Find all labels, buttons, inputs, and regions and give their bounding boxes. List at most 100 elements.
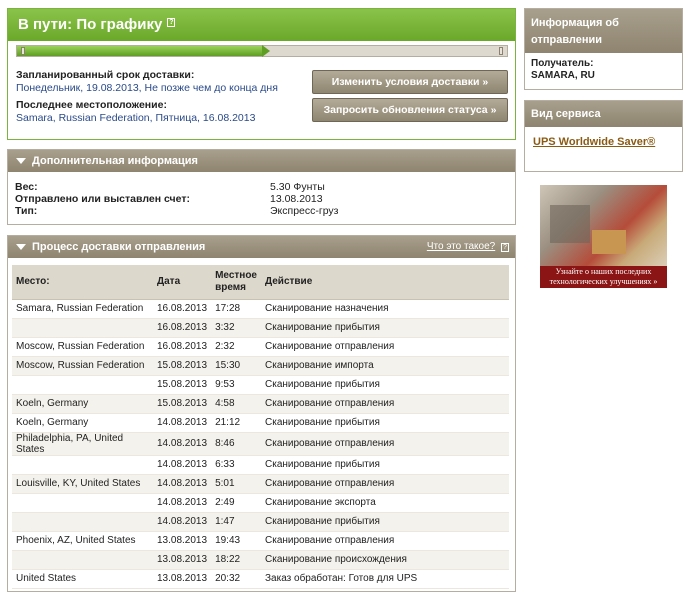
cell-action: Сканирование прибытия [261,375,509,395]
cell-time: 9:53 [211,375,261,395]
cell-time: 1:47 [211,512,261,532]
cell-place: Koeln, Germany [12,394,153,414]
cell-action: Сканирование отправления [261,531,509,551]
cell-date: 14.08.2013 [153,493,212,513]
table-row: Samara, Russian Federation 16.08.2013 17:2… [12,299,509,319]
cell-place [12,318,153,338]
cell-time: 17:28 [211,299,261,319]
progress-end-marker [499,47,503,55]
cell-place: United States [12,569,153,589]
table-row: Koeln, Germany 14.08.2013 21:12 Сканировани… [12,413,509,433]
weight-label: Вес: [15,181,38,193]
help-icon[interactable]: ? [167,18,176,27]
table-row: United States 13.08.2013 20:32 Заказ обрабо… [12,569,509,589]
promo-caption[interactable]: Узнайте о наших последних технологически… [540,266,667,288]
collapse-icon [16,244,26,251]
status-title: В пути: По графику [18,16,163,33]
cell-date: 13.08.2013 [153,531,212,551]
cell-action: Сканирование прибытия [261,455,509,475]
shipment-info-sidebar: Информация об отправлении Получатель: SA… [524,8,683,90]
progress-fill [17,46,262,56]
progress-arrow-icon [262,45,270,57]
shipment-info-title: Информация об отправлении [525,9,682,53]
shipment-progress-header[interactable]: Процесс доставки отправления Что это так… [8,236,515,258]
cell-action: Сканирование происхождения [261,550,509,570]
col-time: Местное время [211,265,261,300]
table-header-row: Место: Дата Местное время Действие [12,265,509,300]
table-row: 14.08.2013 6:33 Сканирование прибытия [12,455,509,475]
service-sidebar: Вид сервиса UPS Worldwide Saver® [524,100,683,172]
cell-action: Сканирование отправления [261,432,509,456]
table-row: 16.08.2013 3:32 Сканирование прибытия [12,318,509,338]
cell-date: 16.08.2013 [153,337,212,357]
recipient-value: SAMARA, RU [531,70,595,81]
cell-place: Philadelphia, PA, United States [12,432,153,456]
promo-package [592,230,626,254]
additional-info-header[interactable]: Дополнительная информация [8,150,515,172]
cell-place [12,550,153,570]
cell-date: 14.08.2013 [153,413,212,433]
cell-action: Сканирование прибытия [261,413,509,433]
cell-place: Moscow, Russian Federation [12,356,153,376]
cell-action: Сканирование импорта [261,356,509,376]
cell-action: Сканирование отправления [261,474,509,494]
whats-this-link[interactable]: Что это такое? [427,241,495,252]
cell-time: 5:01 [211,474,261,494]
change-delivery-button[interactable]: Изменить условия доставки » [312,70,508,94]
progress-bar [16,45,508,57]
cell-time: 15:30 [211,356,261,376]
cell-date: 15.08.2013 [153,394,212,414]
cell-time: 4:58 [211,394,261,414]
cell-date: 16.08.2013 [153,318,212,338]
shipped-value: 13.08.2013 [270,193,323,205]
cell-place: Samara, Russian Federation [12,299,153,319]
cell-action: Сканирование отправления [261,337,509,357]
location-value: Samara, Russian Federation, Пятница, 16.… [16,112,256,124]
table-row: Koeln, Germany 15.08.2013 4:58 Сканирование… [12,394,509,414]
additional-info-panel: Дополнительная информация Вес: 5.30 Фунт… [7,149,516,225]
shipment-history-table: Место: Дата Местное время Действие Samar… [12,265,509,589]
cell-place: Koeln, Germany [12,413,153,433]
cell-date: 16.08.2013 [153,299,212,319]
help-icon[interactable]: ? [501,243,509,252]
table-row: Phoenix, AZ, United States 13.08.2013 19:4… [12,531,509,551]
shipped-label: Отправлено или выставлен счет: [15,193,190,205]
cell-action: Сканирование экспорта [261,493,509,513]
cell-date: 14.08.2013 [153,455,212,475]
table-row: 15.08.2013 9:53 Сканирование прибытия [12,375,509,395]
promo-banner[interactable]: Узнайте о наших последних технологически… [540,185,667,288]
table-row: 14.08.2013 2:49 Сканирование экспорта [12,493,509,513]
cell-time: 8:46 [211,432,261,456]
table-row: Moscow, Russian Federation 15.08.2013 15:3… [12,356,509,376]
cell-place: Phoenix, AZ, United States [12,531,153,551]
cell-action: Сканирование назначения [261,299,509,319]
service-link[interactable]: UPS Worldwide Saver® [533,136,655,148]
location-label: Последнее местоположение: [16,99,167,111]
cell-time: 19:43 [211,531,261,551]
scheduled-value: Понедельник, 19.08.2013, Не позже чем до… [16,82,278,94]
cell-time: 6:33 [211,455,261,475]
additional-info-title: Дополнительная информация [32,155,198,167]
scheduled-label: Запланированный срок доставки: [16,69,195,81]
recipient-label: Получатель: [531,58,594,69]
cell-date: 14.08.2013 [153,512,212,532]
request-update-button[interactable]: Запросить обновления статуса » [312,98,508,122]
cell-action: Сканирование прибытия [261,318,509,338]
cell-date: 14.08.2013 [153,432,212,456]
col-date: Дата [153,265,212,300]
type-value: Экспресс-груз [270,205,339,217]
cell-place [12,375,153,395]
cell-date: 14.08.2013 [153,474,212,494]
cell-place [12,512,153,532]
cell-date: 13.08.2013 [153,550,212,570]
cell-action: Заказ обработан: Готов для UPS [261,569,509,589]
status-header: В пути: По графику? [8,9,515,41]
cell-date: 15.08.2013 [153,375,212,395]
cell-place: Louisville, KY, United States [12,474,153,494]
schedule-block: Запланированный срок доставки: Понедельн… [16,69,306,125]
cell-date: 15.08.2013 [153,356,212,376]
promo-image [550,205,590,243]
col-place: Место: [12,265,153,300]
cell-time: 18:22 [211,550,261,570]
service-title: Вид сервиса [525,101,682,127]
